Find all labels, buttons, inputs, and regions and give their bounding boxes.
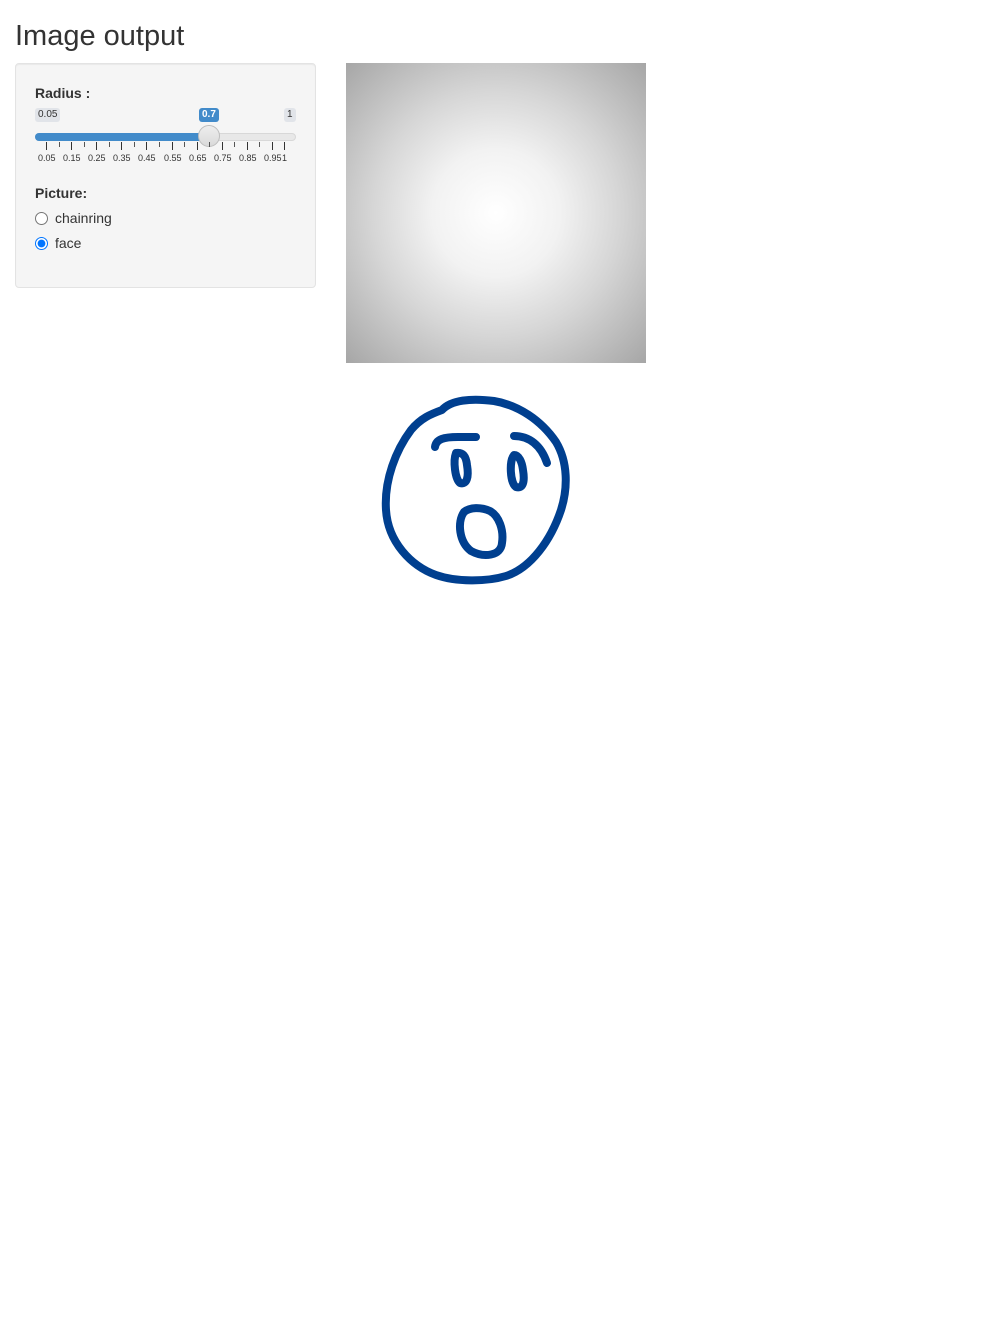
slider-min-badge: 0.05 xyxy=(35,108,61,122)
slider-tick xyxy=(71,142,72,150)
slider-tick xyxy=(259,142,260,147)
slider-tick-label: 0.45 xyxy=(138,153,156,163)
picture-label: Picture: xyxy=(35,185,88,201)
radio-label-face: face xyxy=(55,235,82,251)
slider-tick xyxy=(146,142,147,150)
radius-label: Radius : xyxy=(35,85,91,101)
slider-tick-label: 0.65 xyxy=(189,153,207,163)
right-eye xyxy=(506,451,528,492)
slider-value-badge: 0.7 xyxy=(199,108,219,122)
surprised-face-icon xyxy=(381,395,570,585)
slider-tick-label: 0.35 xyxy=(113,153,131,163)
slider-max-badge: 1 xyxy=(284,108,296,122)
slider-tick xyxy=(84,142,85,147)
slider-tick-label: 0.05 xyxy=(38,153,56,163)
radio-button-chainring[interactable] xyxy=(35,211,48,225)
slider-tick-label: 0.25 xyxy=(88,153,106,163)
slider-tick xyxy=(109,142,110,147)
slider-tick xyxy=(172,142,173,150)
slider-tick-label: 0.95 xyxy=(264,153,282,163)
slider-tick xyxy=(46,142,47,150)
slider-tick-label: 1 xyxy=(282,153,288,163)
slider-tick xyxy=(121,142,122,150)
slider-tick xyxy=(222,142,223,150)
radio-button-face[interactable] xyxy=(35,236,48,250)
slider-tick xyxy=(59,142,60,147)
slider-tick-label: 0.75 xyxy=(214,153,232,163)
slider-tick xyxy=(134,142,135,147)
slider-fill xyxy=(35,133,209,141)
sidebar-panel: Radius : 0.05 0.7 1 0.05 0.15 0.25 0.35 … xyxy=(15,63,316,288)
slider-tick xyxy=(184,142,185,147)
radio-option-face[interactable]: face xyxy=(35,235,81,251)
slider-tick xyxy=(234,142,235,147)
slider-tick xyxy=(197,142,198,150)
slider-tick-label: 0.85 xyxy=(239,153,257,163)
radio-label-chainring: chainring xyxy=(55,210,112,226)
radio-option-chainring[interactable]: chainring xyxy=(35,210,112,226)
slider-tick xyxy=(272,142,273,150)
radial-gradient-image xyxy=(346,63,646,363)
page-title: Image output xyxy=(15,20,185,52)
mouth xyxy=(455,504,507,559)
left-eye xyxy=(450,448,472,488)
left-brow xyxy=(431,433,480,451)
slider-tick xyxy=(247,142,248,150)
slider-tick xyxy=(284,142,285,150)
slider-tick-label: 0.15 xyxy=(63,153,81,163)
slider-tick xyxy=(96,142,97,150)
slider-tick-label: 0.55 xyxy=(164,153,182,163)
slider-tick xyxy=(159,142,160,147)
slider-tick xyxy=(209,142,210,147)
